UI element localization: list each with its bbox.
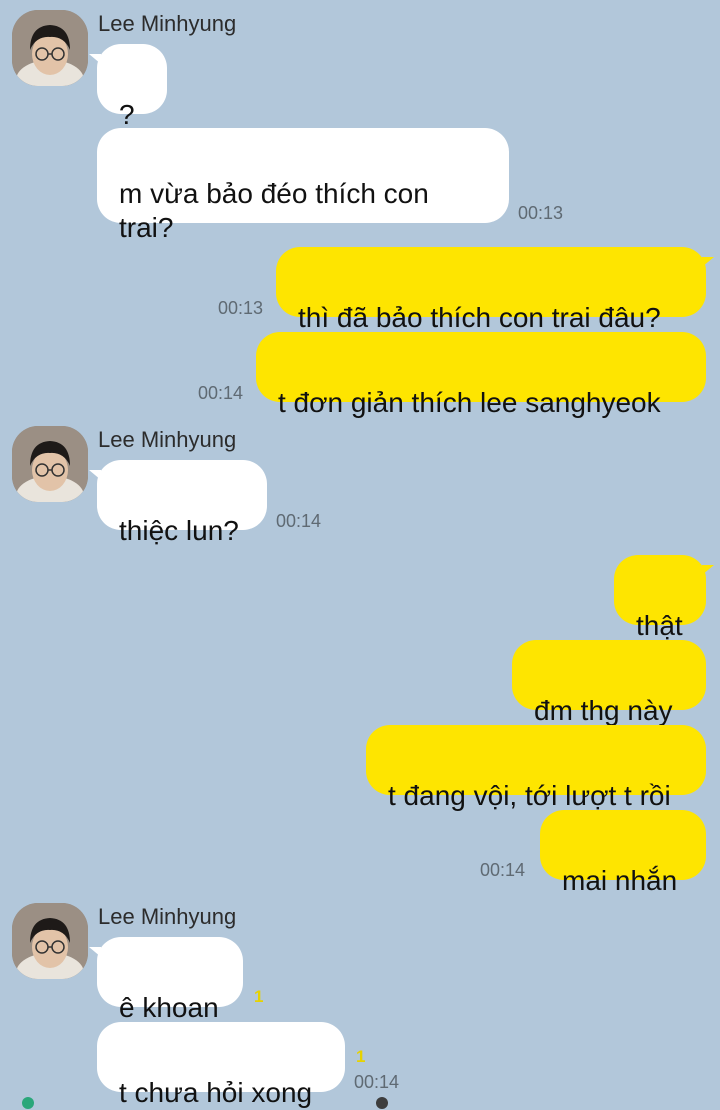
message-time: 00:13 [218,298,264,318]
message-bubble-outgoing[interactable]: đm thg này [512,640,706,726]
message-text: thì đã bảo thích con trai đâu? [298,302,661,333]
contact-avatar[interactable] [12,10,88,86]
message-text: ? [119,99,135,130]
message-bubble-outgoing[interactable]: t đang vội, tới lượt t rồi [366,725,706,811]
message-bubble-outgoing[interactable]: thật [614,555,714,641]
message-time: 00:14 [198,383,244,403]
message-time: 00:14 [480,860,526,880]
message-bubble-incoming[interactable]: t chưa hỏi xong [97,1022,345,1108]
profile-photo-icon [12,903,88,979]
message-bubble-incoming[interactable]: ê khoan [89,937,243,1023]
unread-count: 1 [356,1047,366,1066]
message-text: đm thg này [534,695,673,726]
profile-photo-icon [12,10,88,86]
message-bubble-outgoing[interactable]: t đơn giản thích lee sanghyeok [256,332,706,418]
floating-button-edge[interactable] [22,1097,34,1109]
message-bubble-incoming[interactable]: m vừa bảo đéo thích con trai? [97,128,509,243]
message-time: 00:14 [276,511,322,531]
profile-photo-icon [12,426,88,502]
sender-name: Lee Minhyung [98,904,237,929]
message-time: 00:14 [354,1072,400,1092]
message-time: 00:13 [518,203,564,223]
sender-name: Lee Minhyung [98,427,237,452]
message-bubble-incoming[interactable]: ? [89,44,167,130]
message-text: t đơn giản thích lee sanghyeok [278,387,661,418]
floating-button-edge[interactable] [376,1097,388,1109]
message-bubble-outgoing[interactable]: thì đã bảo thích con trai đâu? [276,247,714,333]
chat-scroll-area[interactable]: Lee Minhyung ? m vừa bảo đéo thích con t… [0,0,720,1109]
message-text: thiệc lun? [119,515,239,546]
contact-avatar[interactable] [12,426,88,502]
message-text: t chưa hỏi xong [119,1077,313,1108]
message-bubble-incoming[interactable]: thiệc lun? [89,460,267,546]
message-text: ê khoan [119,992,219,1023]
message-text: t đang vội, tới lượt t rồi [388,780,671,811]
message-text: m vừa bảo đéo thích con trai? [119,178,429,243]
message-bubble-outgoing[interactable]: mai nhắn [540,810,706,896]
contact-avatar[interactable] [12,903,88,979]
message-text: mai nhắn [562,865,678,896]
unread-count: 1 [254,987,264,1006]
sender-name: Lee Minhyung [98,11,237,36]
message-text: thật [636,610,683,641]
